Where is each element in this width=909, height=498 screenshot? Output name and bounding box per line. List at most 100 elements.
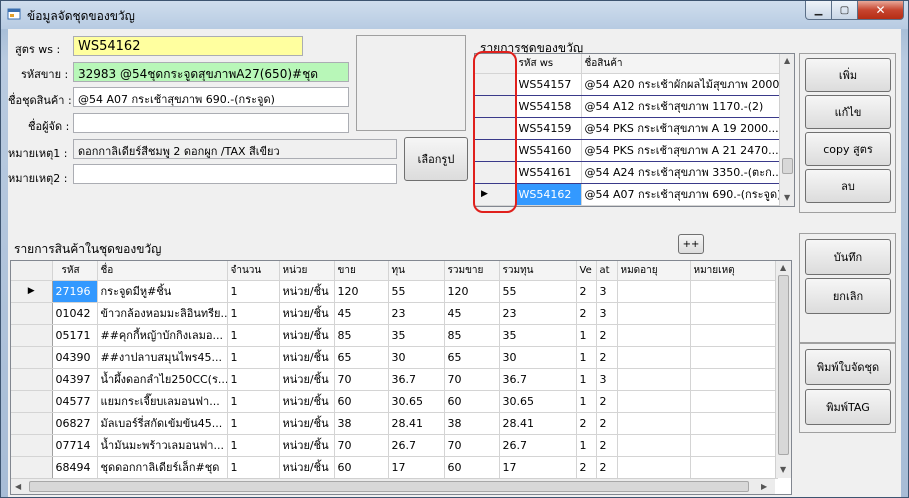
gift-set-name[interactable]: @54 PKS กระเช้าสุขภาพ A 19 2000.... [581, 117, 781, 140]
item-unit[interactable]: หน่วย/ชิ้น [279, 412, 335, 435]
current-row-marker[interactable]: ▶ [11, 280, 53, 303]
items-vscrollbar[interactable]: ▲ ▼ [775, 261, 791, 478]
item-cost[interactable]: 17 [388, 456, 445, 479]
item-code[interactable]: 07714 [52, 434, 98, 457]
item-unit[interactable]: หน่วย/ชิ้น [279, 368, 335, 391]
item-cost[interactable]: 36.7 [388, 368, 445, 391]
item-total-sale[interactable]: 120 [444, 280, 500, 303]
item-cost[interactable]: 30 [388, 346, 445, 369]
item-exp[interactable] [617, 434, 691, 457]
item-total-cost[interactable]: 26.7 [499, 434, 577, 457]
delete-button[interactable]: ลบ [805, 169, 891, 203]
table-row[interactable]: 05171 ##คุกกี้หญ้าบักกิงเลมอ... 1 หน่วย/ชิ้… [11, 324, 778, 347]
item-exp[interactable] [617, 280, 691, 303]
item-v[interactable]: 1 [576, 390, 597, 413]
item-name[interactable]: ชุดดอกกาลิเดียร์เล็ก#ชุด [97, 456, 228, 479]
item-qty[interactable]: 1 [227, 280, 280, 303]
item-cost[interactable]: 30.65 [388, 390, 445, 413]
gift-set-code[interactable]: WS54161 [515, 161, 582, 184]
item-qty[interactable]: 1 [227, 368, 280, 391]
edit-button[interactable]: แก้ไข [805, 95, 891, 129]
table-row[interactable]: 04397 น้ำผึ้งดอกลำไย250CC(ร... 1 หน่วย/ชิ้น… [11, 368, 778, 391]
items-col-name[interactable]: ชื่อ [97, 261, 228, 281]
row-header[interactable] [11, 456, 53, 479]
item-sale[interactable]: 60 [334, 390, 389, 413]
item-sale[interactable]: 65 [334, 346, 389, 369]
item-code[interactable]: 04390 [52, 346, 98, 369]
item-cost[interactable]: 23 [388, 302, 445, 325]
item-total-sale[interactable]: 60 [444, 456, 500, 479]
item-qty[interactable]: 1 [227, 412, 280, 435]
note1-field[interactable]: ดอกกาลิเดียร์สีชมพู 2 ดอกผูก /TAX สีเขีย… [73, 139, 397, 159]
scroll-thumb[interactable] [778, 275, 789, 455]
table-row[interactable]: 04577 แยมกระเจี๊ยบเลมอนฟา... 1 หน่วย/ชิ้น 60… [11, 390, 778, 413]
item-code[interactable]: 27196 [52, 280, 98, 303]
item-name[interactable]: ##คุกกี้หญ้าบักกิงเลมอ... [97, 324, 228, 347]
item-at[interactable]: 2 [596, 346, 618, 369]
item-sale[interactable]: 85 [334, 324, 389, 347]
scroll-right-icon[interactable]: ▶ [761, 482, 767, 491]
item-note[interactable] [690, 280, 778, 303]
item-total-sale[interactable]: 65 [444, 346, 500, 369]
row-header[interactable] [11, 412, 53, 435]
row-header[interactable] [11, 390, 53, 413]
item-sale[interactable]: 60 [334, 456, 389, 479]
gift-set-name[interactable]: @54 A12 กระเช้าสุขภาพ 1170.-(2) [581, 95, 781, 118]
gift-sets-scrollbar[interactable]: ▲ ▼ [779, 54, 794, 206]
gift-set-code[interactable]: WS54157 [515, 73, 582, 96]
items-col-total-sale[interactable]: รวมขาย [444, 261, 500, 281]
item-qty[interactable]: 1 [227, 390, 280, 413]
scroll-down-icon[interactable]: ▼ [780, 465, 786, 474]
table-row[interactable]: 01042 ข้าวกล้องหอมมะลิอินทรีย... 1 หน่วย/ชิ… [11, 302, 778, 325]
plusplus-button[interactable]: ++ [678, 234, 704, 254]
item-at[interactable]: 2 [596, 390, 618, 413]
item-at[interactable]: 2 [596, 412, 618, 435]
gift-set-code[interactable]: WS54160 [515, 139, 582, 162]
item-note[interactable] [690, 390, 778, 413]
item-total-sale[interactable]: 70 [444, 434, 500, 457]
item-name[interactable]: กระจูดมีหู#ชิ้น [97, 280, 228, 303]
scroll-thumb[interactable] [782, 158, 793, 174]
item-note[interactable] [690, 412, 778, 435]
row-header[interactable] [11, 368, 53, 391]
item-cost[interactable]: 28.41 [388, 412, 445, 435]
item-sale[interactable]: 70 [334, 434, 389, 457]
table-row[interactable]: 04390 ##งาปลาบสมุนไพร45... 1 หน่วย/ชิ้น 65 30… [11, 346, 778, 369]
item-exp[interactable] [617, 368, 691, 391]
item-v[interactable]: 2 [576, 412, 597, 435]
cancel-button[interactable]: ยกเลิก [805, 278, 891, 314]
item-total-cost[interactable]: 36.7 [499, 368, 577, 391]
table-row[interactable]: WS54160 @54 PKS กระเช้าสุขภาพ A 21 2470.… [475, 139, 781, 162]
gift-sets-grid[interactable]: รหัส ws ชื่อสินค้า WS54157 @54 A20 กระเช… [474, 53, 795, 207]
choose-image-button[interactable]: เลือกรูป [404, 137, 468, 181]
item-exp[interactable] [617, 302, 691, 325]
table-row[interactable]: ▶ 27196 กระจูดมีหู#ชิ้น 1 หน่วย/ชิ้น 120 55 120… [11, 280, 778, 303]
close-button[interactable]: ✕ [858, 1, 904, 20]
item-note[interactable] [690, 346, 778, 369]
items-col-at[interactable]: at [596, 261, 618, 281]
table-row[interactable]: WS54158 @54 A12 กระเช้าสุขภาพ 1170.-(2) [475, 95, 781, 118]
row-header[interactable] [11, 324, 53, 347]
item-qty[interactable]: 1 [227, 434, 280, 457]
gift-set-name[interactable]: @54 A20 กระเช้าผักผลไม้สุขภาพ 2000... [581, 73, 781, 96]
item-qty[interactable]: 1 [227, 346, 280, 369]
item-at[interactable]: 3 [596, 280, 618, 303]
table-row-selected[interactable]: ▶ WS54162 @54 A07 กระเช้าสุขภาพ 690.-(กร… [475, 183, 781, 206]
item-total-sale[interactable]: 60 [444, 390, 500, 413]
item-code[interactable]: 68494 [52, 456, 98, 479]
item-name[interactable]: ##งาปลาบสมุนไพร45... [97, 346, 228, 369]
item-unit[interactable]: หน่วย/ชิ้น [279, 302, 335, 325]
table-row[interactable]: 06827 มัลเบอร์รี่สกัดเข้มข้น45... 1 หน่วย/ช… [11, 412, 778, 435]
item-cost[interactable]: 35 [388, 324, 445, 347]
item-unit[interactable]: หน่วย/ชิ้น [279, 390, 335, 413]
item-code[interactable]: 01042 [52, 302, 98, 325]
table-row[interactable]: WS54161 @54 A24 กระเช้าสุขภาพ 3350.-(ตะก… [475, 161, 781, 184]
item-sale[interactable]: 38 [334, 412, 389, 435]
table-row[interactable]: 68494 ชุดดอกกาลิเดียร์เล็ก#ชุด 1 หน่วย/ชิ้น… [11, 456, 778, 479]
item-sale[interactable]: 120 [334, 280, 389, 303]
items-grid[interactable]: รหัส ชื่อ จำนวน หน่วย ขาย ทุน รวมขาย รวม… [10, 260, 792, 495]
item-name[interactable]: มัลเบอร์รี่สกัดเข้มข้น45... [97, 412, 228, 435]
scroll-up-icon[interactable]: ▲ [784, 56, 790, 65]
item-at[interactable]: 2 [596, 434, 618, 457]
items-col-v[interactable]: Ve [576, 261, 597, 281]
